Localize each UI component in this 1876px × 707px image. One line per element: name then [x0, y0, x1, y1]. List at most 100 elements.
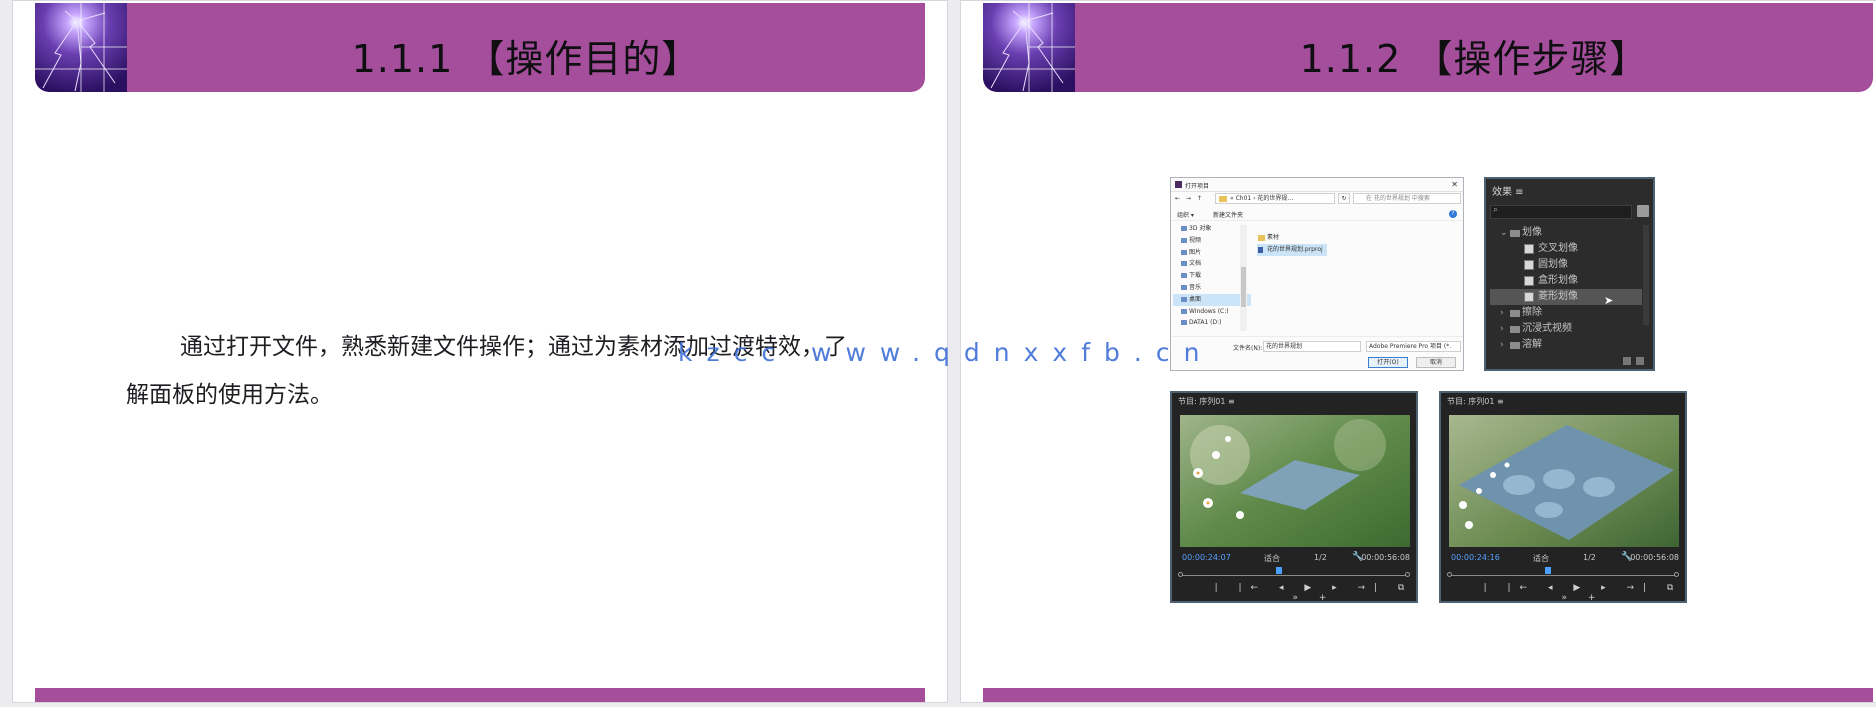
- page-title: 1.1.1 【操作目的】: [351, 37, 701, 81]
- effects-list: ⌄ 划像 交叉划像 圆划像 盒形划像 菱形划像 › 擦除 › 沉浸式视频 › 溶解: [1490, 225, 1642, 353]
- document-icon: [1181, 261, 1187, 267]
- mouse-pointer-icon: ➤: [1604, 294, 1614, 307]
- video-icon: [1181, 237, 1187, 243]
- address-bar[interactable]: « Ch01 › 花的世界规…: [1215, 193, 1335, 204]
- chevron-right-icon: ›: [1500, 340, 1504, 350]
- folder-icon[interactable]: [1623, 357, 1631, 365]
- dialog-titlebar: 打开项目 ✕: [1171, 178, 1463, 192]
- open-button[interactable]: 打开(O): [1368, 357, 1408, 368]
- playhead-icon[interactable]: [1276, 567, 1282, 574]
- folder-icon: [1510, 326, 1520, 333]
- effects-search-input[interactable]: ⌕: [1490, 205, 1632, 219]
- picture-icon: [1181, 249, 1187, 255]
- effect-folder[interactable]: › 擦除: [1490, 305, 1642, 321]
- download-icon: [1181, 273, 1187, 279]
- close-icon[interactable]: ✕: [1451, 180, 1458, 189]
- file-item-selected[interactable]: 花的世界规划.prproj: [1257, 244, 1327, 256]
- resolution-select[interactable]: 1/2: [1583, 553, 1596, 562]
- premiere-app-icon: [1175, 181, 1182, 188]
- file-list: 素材 花的世界规划.prproj: [1257, 232, 1327, 256]
- page-title: 1.1.2 【操作步骤】: [1299, 37, 1649, 81]
- monitor-header: 节目: 序列01 ≡: [1178, 397, 1235, 406]
- zoom-fit-select[interactable]: 适合: [1264, 553, 1280, 564]
- drive-icon: [1181, 308, 1187, 314]
- filename-label: 文件名(N):: [1233, 345, 1263, 352]
- filename-input[interactable]: 花的世界规划: [1263, 341, 1361, 352]
- transport-controls[interactable]: | |← ◂ ▶ ▸ →| ⧉ » +: [1172, 583, 1416, 603]
- chevron-right-icon: ›: [1500, 308, 1504, 318]
- address-path: « Ch01 › 花的世界规…: [1230, 195, 1294, 202]
- cancel-button[interactable]: 取消: [1416, 357, 1456, 368]
- folder-icon: [1510, 230, 1520, 237]
- effects-panel: 效果 ≡ ⌕ ⌄ 划像 交叉划像 圆划像 盒形划像 菱形划像 › 擦除 › 沉浸式视频…: [1484, 177, 1655, 371]
- tree-scrollbar[interactable]: [1240, 225, 1247, 331]
- trash-icon[interactable]: [1636, 357, 1644, 365]
- monitor-header: 节目: 序列01 ≡: [1447, 397, 1504, 406]
- organize-button[interactable]: 组织 ▾: [1177, 210, 1194, 219]
- duration-timecode: 00:00:56:08: [1361, 553, 1410, 562]
- zoom-fit-select[interactable]: 适合: [1533, 553, 1549, 564]
- timeline-ruler[interactable]: [1447, 572, 1679, 577]
- project-file-icon: [1258, 247, 1263, 253]
- video-preview: [1180, 415, 1410, 547]
- dialog-nav-bar: ← → ↑ « Ch01 › 花的世界规… ↻ 在 花的世界规划 中搜索: [1171, 191, 1463, 207]
- playhead-icon[interactable]: [1545, 567, 1551, 574]
- refresh-icon[interactable]: ↻: [1338, 193, 1350, 204]
- effects-footer: [1623, 357, 1645, 365]
- folder-icon: [1258, 235, 1265, 241]
- effect-folder[interactable]: › 沉浸式视频: [1490, 321, 1642, 337]
- folder-icon: [1510, 310, 1520, 317]
- transition-icon: [1524, 260, 1534, 270]
- transition-icon: [1524, 244, 1534, 254]
- footer-bar: [983, 688, 1873, 702]
- search-icon: ⌕: [1493, 205, 1499, 215]
- dialog-title: 打开项目: [1185, 183, 1210, 190]
- help-icon[interactable]: ?: [1449, 210, 1457, 218]
- open-project-dialog: 打开项目 ✕ ← → ↑ « Ch01 › 花的世界规… ↻ 在 花的世界规划 …: [1170, 177, 1464, 371]
- effect-item[interactable]: 盒形划像: [1490, 273, 1642, 289]
- watermark-text: kzcc www.qdnxxfb.cn: [678, 338, 1214, 367]
- dialog-search-input[interactable]: 在 花的世界规划 中搜索: [1353, 193, 1461, 204]
- program-monitor: 节目: 序列01 ≡ 00:00:24:07 适合 1/2 🔧 00:00:56…: [1170, 391, 1418, 603]
- music-icon: [1181, 284, 1187, 290]
- program-monitor: 节目: 序列01 ≡ 00:00:24:16 适合 1/2 🔧 00:00:56…: [1439, 391, 1687, 603]
- resolution-select[interactable]: 1/2: [1314, 553, 1327, 562]
- footer-bar: [35, 688, 925, 702]
- transition-icon: [1524, 276, 1534, 286]
- duration-timecode: 00:00:56:08: [1630, 553, 1679, 562]
- desktop-icon: [1181, 296, 1187, 302]
- effect-folder[interactable]: ⌄ 划像: [1490, 225, 1642, 241]
- lightning-thumbnail-image: [35, 3, 127, 92]
- effects-scrollbar[interactable]: [1643, 225, 1649, 325]
- filetype-select[interactable]: Adobe Premiere Pro 项目 (*.: [1366, 341, 1461, 352]
- chevron-right-icon: ›: [1500, 324, 1504, 334]
- current-timecode[interactable]: 00:00:24:07: [1182, 553, 1231, 562]
- folder-icon: [1510, 342, 1520, 349]
- effects-panel-title: 效果 ≡: [1492, 187, 1524, 198]
- monitor-controls: 00:00:24:07 适合 1/2 🔧 00:00:56:08: [1172, 551, 1416, 565]
- effect-item[interactable]: 交叉划像: [1490, 241, 1642, 257]
- effect-item[interactable]: 圆划像: [1490, 257, 1642, 273]
- nav-arrows-icon[interactable]: ← → ↑: [1175, 195, 1204, 202]
- slide-header: 1.1.1 【操作目的】: [35, 3, 925, 92]
- dialog-command-bar: 组织 ▾ 新建文件夹 ?: [1171, 208, 1463, 221]
- transition-icon: [1524, 292, 1534, 302]
- file-item[interactable]: 素材: [1257, 232, 1327, 244]
- new-bin-icon[interactable]: [1637, 205, 1649, 217]
- dialog-footer: 文件名(N): 花的世界规划 Adobe Premiere Pro 项目 (*.…: [1171, 336, 1463, 373]
- timeline-ruler[interactable]: [1178, 572, 1410, 577]
- drive-icon: [1181, 320, 1187, 326]
- chevron-down-icon: ⌄: [1500, 228, 1508, 238]
- video-preview: [1449, 415, 1679, 547]
- monitor-controls: 00:00:24:16 适合 1/2 🔧 00:00:56:08: [1441, 551, 1685, 565]
- effect-item-highlighted[interactable]: 菱形划像: [1490, 289, 1642, 305]
- lightning-thumbnail-image: [983, 3, 1075, 92]
- effect-folder[interactable]: › 溶解: [1490, 337, 1642, 353]
- current-timecode[interactable]: 00:00:24:16: [1451, 553, 1500, 562]
- new-folder-button[interactable]: 新建文件夹: [1213, 210, 1243, 219]
- folder-icon: [1219, 196, 1227, 202]
- scroll-thumb[interactable]: [1241, 267, 1246, 307]
- slide-header: 1.1.2 【操作步骤】: [983, 3, 1873, 92]
- folder-icon: [1181, 226, 1187, 231]
- transport-controls[interactable]: | |← ◂ ▶ ▸ →| ⧉ » +: [1441, 583, 1685, 603]
